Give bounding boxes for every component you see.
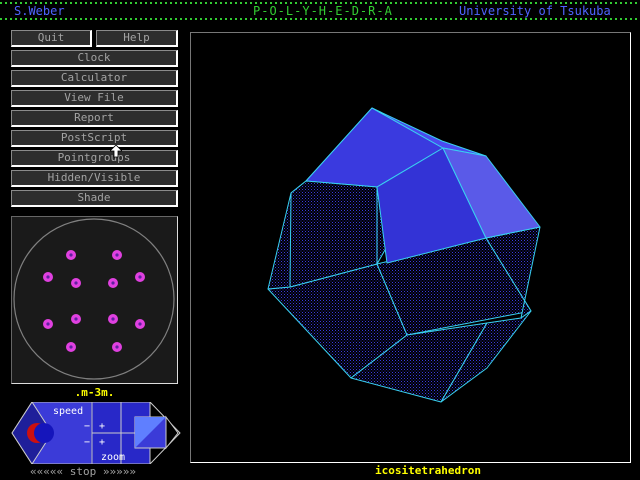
- symmetry-point-center: [69, 345, 73, 349]
- speed-zoom-control: speed − − + + zoom: [8, 400, 182, 466]
- symmetry-point-center: [46, 275, 50, 279]
- stereogram: [13, 218, 175, 380]
- speed-minus[interactable]: −: [84, 421, 90, 432]
- stop-button[interactable]: ««««« stop »»»»»: [30, 465, 136, 478]
- zoom-minus[interactable]: −: [84, 437, 90, 448]
- polyhedron-name: icositetrahedron: [375, 464, 481, 477]
- zoom-label: zoom: [101, 452, 125, 463]
- symmetry-point-center: [46, 322, 50, 326]
- symmetry-point-center: [138, 322, 142, 326]
- hidden-visible-button[interactable]: Hidden/Visible: [11, 170, 178, 187]
- title-bar: S.Weber P-O-L-Y-H-E-D-R-A University of …: [0, 0, 640, 22]
- symmetry-points: [43, 250, 145, 352]
- symmetry-point-center: [115, 253, 119, 257]
- symmetry-point-center: [138, 275, 142, 279]
- report-button[interactable]: Report: [11, 110, 178, 127]
- speed-label: speed: [53, 406, 83, 417]
- pointgroup-stereogram-panel: [11, 216, 178, 384]
- quit-button[interactable]: Quit: [11, 30, 92, 47]
- icositetrahedron-model: [267, 107, 541, 403]
- symmetry-point-center: [74, 317, 78, 321]
- postscript-button[interactable]: PostScript: [11, 130, 178, 147]
- stereogram-circle: [13, 218, 175, 380]
- institution-name: University of Tsukuba: [459, 4, 611, 18]
- calculator-button[interactable]: Calculator: [11, 70, 178, 87]
- symmetry-point-center: [74, 281, 78, 285]
- clock-button[interactable]: Clock: [11, 50, 178, 67]
- pointgroups-button[interactable]: Pointgroups: [11, 150, 178, 167]
- polyhedron-canvas: [267, 107, 541, 403]
- view-file-button[interactable]: View File: [11, 90, 178, 107]
- right-arrow: [165, 415, 179, 450]
- pointgroup-symbol: .m-3m.: [74, 386, 115, 399]
- symmetry-point-center: [115, 345, 119, 349]
- title-bar-border-bottom: [0, 18, 640, 20]
- control-pad: speed − − + + zoom: [11, 400, 181, 466]
- symmetry-point-center: [111, 281, 115, 285]
- symmetry-point-center: [111, 317, 115, 321]
- mouse-cursor: [110, 145, 122, 158]
- blue-indicator: [34, 423, 54, 443]
- zoom-plus[interactable]: +: [99, 437, 105, 448]
- shade-button[interactable]: Shade: [11, 190, 178, 207]
- symmetry-point-center: [69, 253, 73, 257]
- app-title: P-O-L-Y-H-E-D-R-A: [253, 4, 393, 18]
- speed-plus[interactable]: +: [99, 421, 105, 432]
- polyhedron-viewport[interactable]: [190, 32, 631, 463]
- author-name: S.Weber: [14, 4, 65, 18]
- help-button[interactable]: Help: [96, 30, 178, 47]
